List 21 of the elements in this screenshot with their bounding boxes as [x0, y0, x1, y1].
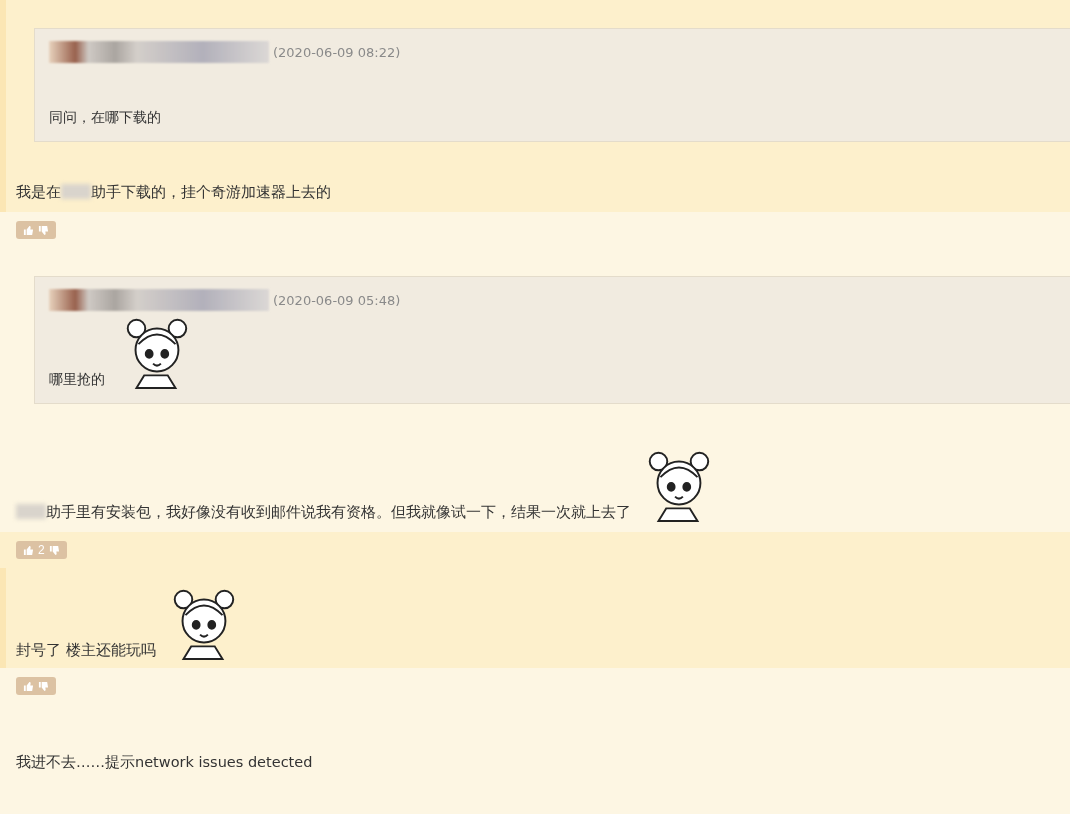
blurred-word [16, 504, 46, 519]
quote-text: 同问，在哪下载的 [49, 109, 161, 127]
comment-text: 助手下载的，挂个奇游加速器上去的 [91, 183, 331, 202]
thumbs-up-icon [23, 680, 34, 692]
vote-button[interactable] [16, 221, 56, 239]
quote-text: 哪里抢的 [49, 371, 105, 389]
vote-count: 2 [38, 543, 45, 557]
quote-date: (2020-06-09 08:22) [273, 44, 401, 60]
thumbs-down-icon [38, 224, 49, 236]
thumbs-down-icon [38, 680, 49, 692]
quote-date: (2020-06-09 05:48) [273, 292, 401, 308]
thumbs-down-icon [48, 544, 60, 556]
thumbs-up-icon [23, 224, 34, 236]
comment-text: 我进不去……提示network issues detected [16, 753, 313, 772]
blurred-word [61, 184, 91, 199]
comment-text: 封号了 楼主还能玩吗 [16, 641, 156, 660]
vote-button[interactable] [16, 677, 56, 695]
comment-text: 我是在 [16, 183, 61, 202]
vote-button[interactable]: 2 [16, 541, 67, 559]
comment-text: 助手里有安装包，我好像没有收到邮件说我有资格。但我就像试一下，结果一次就上去了 [46, 503, 631, 522]
thumbs-up-icon [23, 544, 34, 556]
